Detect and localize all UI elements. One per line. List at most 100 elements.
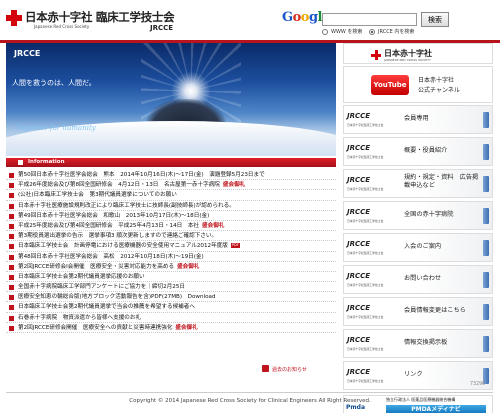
menu-label: 入会のご案内 bbox=[404, 243, 442, 250]
news-text[interactable]: 平成25年度総会及び第4回全国研修会 平成25年4月13日・14日 本社 bbox=[18, 223, 199, 229]
news-text[interactable]: 平成26年度総会及び第8回全国研修会 4月12日・13日 名古屋第一赤十字病院 bbox=[18, 182, 220, 188]
news-item[interactable]: 日本臨床工学技士会第2期代議員選挙応援のお願い bbox=[6, 272, 336, 283]
youtube-line1: 日本赤十字社 bbox=[418, 77, 455, 84]
org-title[interactable]: 日本赤十字社 臨床工学技士会 bbox=[25, 9, 175, 25]
news-item[interactable]: 第2回JRCCE研修会Ⅰ会開催 医療安全・災害対応能力を高める 盛会御礼 bbox=[6, 262, 336, 272]
info-square-icon bbox=[18, 160, 23, 165]
bullet-square-icon bbox=[9, 325, 14, 331]
bullet-square-icon bbox=[9, 223, 14, 229]
bullet-square-icon bbox=[9, 305, 14, 311]
sidebar-menu-item[interactable]: JRCCE 日本赤十字社臨床工学技士会 規約・規定・資料 広告掲載申込など bbox=[343, 169, 493, 198]
youtube-channel-link[interactable]: YouTube 日本赤十字社 公式チャンネル bbox=[343, 66, 493, 103]
search-button[interactable]: 検索 bbox=[421, 12, 449, 27]
jrc-banner-subtitle: JAPANESE RED CROSS SOCIETY bbox=[384, 58, 431, 62]
menu-label: 情報交換掲示板 bbox=[404, 339, 448, 346]
jrcce-brand-sub: 日本赤十字社臨床工学技士会 bbox=[347, 123, 384, 127]
news-text[interactable]: 日本臨床工学技士会第2期代議員選挙応援のお願い bbox=[18, 274, 145, 280]
sidebar-menu-item[interactable]: JRCCE 日本赤十字社臨床工学技士会 会員情報変更はこちら bbox=[343, 297, 493, 326]
news-text[interactable]: 全国赤十字病院臨床工学部門アンケートにご協力を｜締切2月25日 bbox=[18, 284, 185, 290]
arrow-tab-icon bbox=[483, 304, 489, 320]
jrcce-brand: JRCCE bbox=[347, 272, 371, 280]
radio-site-label: JRCCE 内を検索 bbox=[378, 29, 415, 35]
bullet-square-icon bbox=[9, 285, 14, 291]
news-text[interactable]: 第49回日本赤十字社医学会総会 和歌山 2013年10月17日(木)～18日(金… bbox=[18, 213, 209, 219]
search-input[interactable] bbox=[322, 13, 417, 26]
news-text[interactable]: 第50回日本赤十字社医学会総会 熊本 2014年10月16日(木)～17日(金)… bbox=[18, 172, 265, 178]
news-item[interactable]: 第3期役員選出選挙の告示 選挙事項3 順次更新しますので連絡ご確認下さい。 bbox=[6, 231, 336, 242]
bullet-square-icon bbox=[9, 183, 14, 189]
news-item[interactable]: 医療安全知恵の輪総合版(地方ブロック活動報告を含)PDF(27MB) Downl… bbox=[6, 292, 336, 303]
sidebar-menu-item[interactable]: JRCCE 日本赤十字社臨床工学技士会 お問い合わせ bbox=[343, 265, 493, 294]
jrcce-brand: JRCCE bbox=[347, 304, 371, 312]
news-item[interactable]: 日本臨床工学技士会 計画停電における医療機器の安全使用マニュアル2012年度版 P… bbox=[6, 241, 336, 252]
arrow-right-icon[interactable] bbox=[262, 365, 269, 372]
menu-label: 全国の赤十字病院 bbox=[404, 211, 454, 218]
news-text[interactable]: (公社)日本臨床工学技士会 第3期代議員選挙についてのお願い bbox=[18, 192, 177, 198]
sidebar-menu-item[interactable]: JRCCE 日本赤十字社臨床工学技士会 情報交換掲示板 bbox=[343, 329, 493, 358]
news-text[interactable]: 第48回日本赤十字社医学会総会 高松 2012年10月18日(木)～19日(金) bbox=[18, 254, 204, 260]
news-text[interactable]: 石巻赤十字病院 物資派遣から皆様へ支援のお礼 bbox=[18, 315, 141, 321]
news-item[interactable]: (公社)日本臨床工学技士会 第3期代議員選挙についてのお願い bbox=[6, 190, 336, 201]
jrcce-brand: JRCCE bbox=[347, 208, 371, 216]
bullet-square-icon bbox=[9, 264, 14, 270]
news-text[interactable]: 第2回JRCCE研修会Ⅰ会開催 医療安全・災害対応能力を高める bbox=[18, 264, 174, 270]
news-item[interactable]: 平成25年度総会及び第4回全国研修会 平成25年4月13日・14日 本社 盛会御礼 bbox=[6, 221, 336, 232]
menu-label: 規約・規定・資料 広告掲載申込など bbox=[404, 174, 479, 189]
pmda-logo: Pmda bbox=[346, 404, 365, 411]
news-text[interactable]: 日本臨床工学技士会第2期代議員選挙で当会の推薦を希望する候補者へ bbox=[18, 304, 195, 310]
news-item[interactable]: 第2回JRCCE研修会開催 医療安全への貢献と災害時連携強化 盛会御礼 bbox=[6, 323, 336, 333]
information-label: Information bbox=[28, 159, 65, 165]
news-text[interactable]: 第2回JRCCE研修会開催 医療安全への貢献と災害時連携強化 bbox=[18, 325, 172, 331]
jrc-banner-link[interactable]: 日本赤十字社 JAPANESE RED CROSS SOCIETY bbox=[343, 43, 493, 64]
footer-divider bbox=[6, 392, 493, 393]
red-cross-icon bbox=[371, 50, 381, 60]
news-text[interactable]: 日本臨床工学技士会 計画停電における医療機器の安全使用マニュアル2012年度版 bbox=[18, 243, 228, 249]
org-abbreviation: JRCCE bbox=[150, 24, 174, 32]
jrcce-brand-sub: 日本赤十字社臨床工学技士会 bbox=[347, 155, 384, 159]
sidebar-menu-item[interactable]: JRCCE 日本赤十字社臨床工学技士会 会員専用 bbox=[343, 105, 493, 134]
pdf-icon[interactable]: PDF bbox=[230, 243, 240, 249]
news-item[interactable]: 全国赤十字病院臨床工学部門アンケートにご協力を｜締切2月25日 bbox=[6, 282, 336, 293]
arrow-tab-icon bbox=[483, 240, 489, 256]
news-item[interactable]: 日本赤十字社医療施設規則改正により臨床工学技士に技師長(副技師長)が認められる。 bbox=[6, 201, 336, 211]
news-badge: 盛会御礼 bbox=[177, 263, 200, 270]
news-badge: 盛会御礼 bbox=[175, 324, 198, 331]
visitor-counter: 73296 bbox=[470, 381, 486, 387]
news-item[interactable]: 日本臨床工学技士会第2期代議員選挙で当会の推薦を希望する候補者へ bbox=[6, 302, 336, 313]
bullet-square-icon bbox=[9, 254, 14, 260]
sidebar-menu-item[interactable]: JRCCE 日本赤十字社臨床工学技士会 概要・役員紹介 bbox=[343, 137, 493, 166]
jrcce-brand: JRCCE bbox=[347, 144, 371, 152]
news-item[interactable]: 第49回日本赤十字社医学会総会 和歌山 2013年10月17日(木)～18日(金… bbox=[6, 211, 336, 221]
arrow-tab-icon bbox=[483, 176, 489, 192]
youtube-line2: 公式チャンネル bbox=[418, 87, 460, 94]
menu-label: 概要・役員紹介 bbox=[404, 147, 448, 154]
radio-site[interactable] bbox=[369, 29, 375, 35]
menu-label: 会員情報変更はこちら bbox=[404, 307, 466, 314]
jrcce-brand: JRCCE bbox=[347, 368, 371, 376]
org-subtitle: Japanese Red Cross Society bbox=[34, 24, 90, 29]
bullet-square-icon bbox=[9, 213, 14, 219]
arrow-tab-icon bbox=[483, 208, 489, 224]
news-text[interactable]: 医療安全知恵の輪総合版(地方ブロック活動報告を含)PDF(27MB) Downl… bbox=[18, 294, 215, 300]
radio-www[interactable] bbox=[322, 29, 328, 35]
arrow-tab-icon bbox=[483, 144, 489, 160]
bullet-square-icon bbox=[9, 295, 14, 301]
red-cross-logo-icon[interactable] bbox=[6, 10, 22, 26]
jrcce-brand-sub: 日本赤十字社臨床工学技士会 bbox=[347, 219, 384, 223]
news-item[interactable]: 平成26年度総会及び第8回全国研修会 4月12日・13日 名古屋第一赤十字病院盛… bbox=[6, 180, 336, 191]
news-item[interactable]: 第48回日本赤十字社医学会総会 高松 2012年10月18日(木)～19日(金) bbox=[6, 252, 336, 262]
arrow-tab-icon bbox=[483, 112, 489, 128]
sidebar-menu-item[interactable]: JRCCE 日本赤十字社臨床工学技士会 入会のご案内 bbox=[343, 233, 493, 262]
news-item[interactable]: 石巻赤十字病院 物資派遣から皆様へ支援のお礼 bbox=[6, 313, 336, 323]
jrcce-brand-sub: 日本赤十字社臨床工学技士会 bbox=[347, 251, 384, 255]
jrcce-brand: JRCCE bbox=[347, 336, 371, 344]
news-item[interactable]: 第50回日本赤十字社医学会総会 熊本 2014年10月16日(木)～17日(金)… bbox=[6, 170, 336, 181]
news-text[interactable]: 第3期役員選出選挙の告示 選挙事項3 順次更新しますので連絡ご確認下さい。 bbox=[18, 233, 217, 239]
jrcce-brand: JRCCE bbox=[347, 176, 371, 184]
sidebar-menu-item[interactable]: JRCCE 日本赤十字社臨床工学技士会 全国の赤十字病院 bbox=[343, 201, 493, 230]
jrcce-brand: JRCCE bbox=[347, 112, 371, 120]
past-news-link[interactable]: 過去のお知らせ bbox=[272, 366, 307, 373]
radio-www-label: WWW を検索 bbox=[331, 29, 363, 35]
news-text[interactable]: 日本赤十字社医療施設規則改正により臨床工学技士に技師長(副技師長)が認められる。 bbox=[18, 203, 235, 209]
site-header: 日本赤十字社 臨床工学技士会 Japanese Red Cross Societ… bbox=[0, 0, 500, 40]
